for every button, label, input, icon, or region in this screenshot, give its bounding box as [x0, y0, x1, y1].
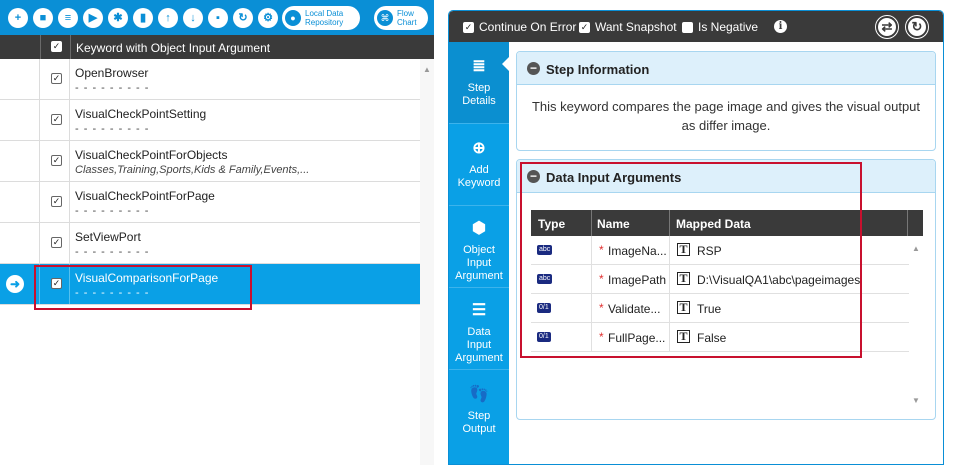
step-options-bar: ✓ Continue On Error ✓ Want Snapshot Is N…: [449, 11, 943, 42]
scroll-up-icon[interactable]: ▲: [912, 244, 920, 253]
keyword-argument: - - - - - - - - -: [75, 123, 150, 135]
repository-label: Local Data Repository: [305, 9, 344, 27]
keyword-name: VisualCheckPointSetting: [75, 107, 207, 121]
arguments-scrollbar[interactable]: ▲ ▼: [909, 236, 923, 436]
move-up-icon[interactable]: ↑: [158, 8, 178, 28]
grid-header-label: Keyword with Object Input Argument: [76, 41, 271, 55]
add-keyword-icon: ⊕: [472, 140, 486, 157]
sidebar-item-add-keyword[interactable]: ⊕ Add Keyword: [449, 124, 509, 206]
row-checkbox[interactable]: ✓: [51, 155, 62, 166]
want-snapshot-option[interactable]: ✓ Want Snapshot: [579, 20, 677, 34]
step-details-icon: ≣: [472, 58, 486, 75]
scroll-down-icon[interactable]: ▼: [912, 396, 920, 405]
step-information-header[interactable]: − Step Information: [517, 52, 935, 85]
keyword-pane: + ■ ≡ ▶ ✱ ▮ ↑ ↓ ▪ ↻ ⚙ ● Local Data Reposi…: [0, 0, 434, 465]
collapse-icon[interactable]: −: [527, 62, 540, 75]
sidebar-item-data-input-argument[interactable]: ☰ Data Input Argument: [449, 288, 509, 370]
delete-icon[interactable]: ▮: [133, 8, 153, 28]
is-negative-label: Is Negative: [698, 20, 759, 34]
keyword-argument: - - - - - - - - -: [75, 205, 150, 217]
debug-icon[interactable]: ✱: [108, 8, 128, 28]
flowchart-icon: ⌘: [377, 10, 393, 26]
repository-icon: ●: [285, 10, 301, 26]
step-information-title: Step Information: [546, 62, 650, 77]
list-icon[interactable]: ≡: [58, 8, 78, 28]
grid-header: ✓ Keyword with Object Input Argument: [0, 35, 434, 59]
highlight-box: [34, 265, 252, 310]
want-snapshot-checkbox[interactable]: ✓: [579, 21, 590, 33]
swap-icon[interactable]: ⇄: [876, 16, 898, 38]
keyword-name: SetViewPort: [75, 230, 141, 244]
main-toolbar: + ■ ≡ ▶ ✱ ▮ ↑ ↓ ▪ ↻ ⚙ ● Local Data Reposi…: [0, 0, 434, 35]
grid-scrollbar[interactable]: ▲: [420, 59, 434, 465]
row-checkbox[interactable]: ✓: [51, 114, 62, 125]
row-checkbox[interactable]: ✓: [51, 196, 62, 207]
record-icon[interactable]: ■: [33, 8, 53, 28]
continue-on-error-label: Continue On Error: [479, 20, 577, 34]
run-icon[interactable]: ▶: [83, 8, 103, 28]
table-row[interactable]: ✓ OpenBrowser - - - - - - - - -: [0, 59, 420, 100]
flow-chart-button[interactable]: ⌘ Flow Chart: [374, 6, 428, 30]
current-step-arrow-icon: ➜: [6, 275, 24, 293]
sidebar-item-step-details[interactable]: ≣ Step Details: [449, 42, 510, 124]
scroll-up-icon[interactable]: ▲: [423, 65, 431, 74]
refresh-icon[interactable]: ↻: [233, 8, 253, 28]
keyword-argument: - - - - - - - - -: [75, 246, 150, 258]
keyword-name: VisualCheckPointForObjects: [75, 148, 228, 162]
step-sidebar: ≣ Step Details ⊕ Add Keyword ⬢ Object Input…: [449, 42, 510, 464]
refresh-step-icon[interactable]: ↻: [906, 16, 928, 38]
keyword-argument: - - - - - - - - -: [75, 82, 150, 94]
move-down-icon[interactable]: ↓: [183, 8, 203, 28]
save-icon[interactable]: ▪: [208, 8, 228, 28]
sidebar-item-step-output[interactable]: 👣 Step Output: [449, 370, 509, 452]
continue-on-error-checkbox[interactable]: ✓: [463, 21, 474, 33]
object-input-icon: ⬢: [472, 220, 486, 237]
row-checkbox[interactable]: ✓: [51, 237, 62, 248]
select-all-checkbox[interactable]: ✓: [51, 41, 62, 52]
step-information-panel: − Step Information This keyword compares…: [516, 51, 936, 151]
row-checkbox[interactable]: ✓: [51, 73, 62, 84]
flowchart-label: Flow Chart: [397, 9, 417, 27]
step-description: This keyword compares the page image and…: [531, 99, 921, 133]
table-row[interactable]: ✓ VisualCheckPointForObjects Classes,Tra…: [0, 141, 420, 182]
keyword-name: OpenBrowser: [75, 66, 149, 80]
settings-icon[interactable]: ⚙: [258, 8, 278, 28]
table-row[interactable]: ✓ VisualCheckPointForPage - - - - - - - …: [0, 182, 420, 223]
is-negative-checkbox[interactable]: [682, 21, 693, 33]
sidebar-item-object-input-argument[interactable]: ⬢ Object Input Argument: [449, 206, 509, 288]
keyword-argument: Classes,Training,Sports,Kids & Family,Ev…: [75, 164, 310, 176]
info-icon[interactable]: i: [774, 20, 787, 33]
want-snapshot-label: Want Snapshot: [595, 20, 677, 34]
add-icon[interactable]: +: [8, 8, 28, 28]
highlight-box: [520, 162, 862, 358]
keyword-name: VisualCheckPointForPage: [75, 189, 215, 203]
table-row[interactable]: ✓ SetViewPort - - - - - - - - -: [0, 223, 420, 264]
data-input-icon: ☰: [471, 302, 487, 319]
local-data-repository-button[interactable]: ● Local Data Repository: [282, 6, 360, 30]
table-row[interactable]: ✓ VisualCheckPointSetting - - - - - - - …: [0, 100, 420, 141]
is-negative-option[interactable]: Is Negative: [682, 20, 758, 34]
continue-on-error-option[interactable]: ✓ Continue On Error: [463, 20, 576, 34]
step-output-icon: 👣: [469, 386, 489, 403]
